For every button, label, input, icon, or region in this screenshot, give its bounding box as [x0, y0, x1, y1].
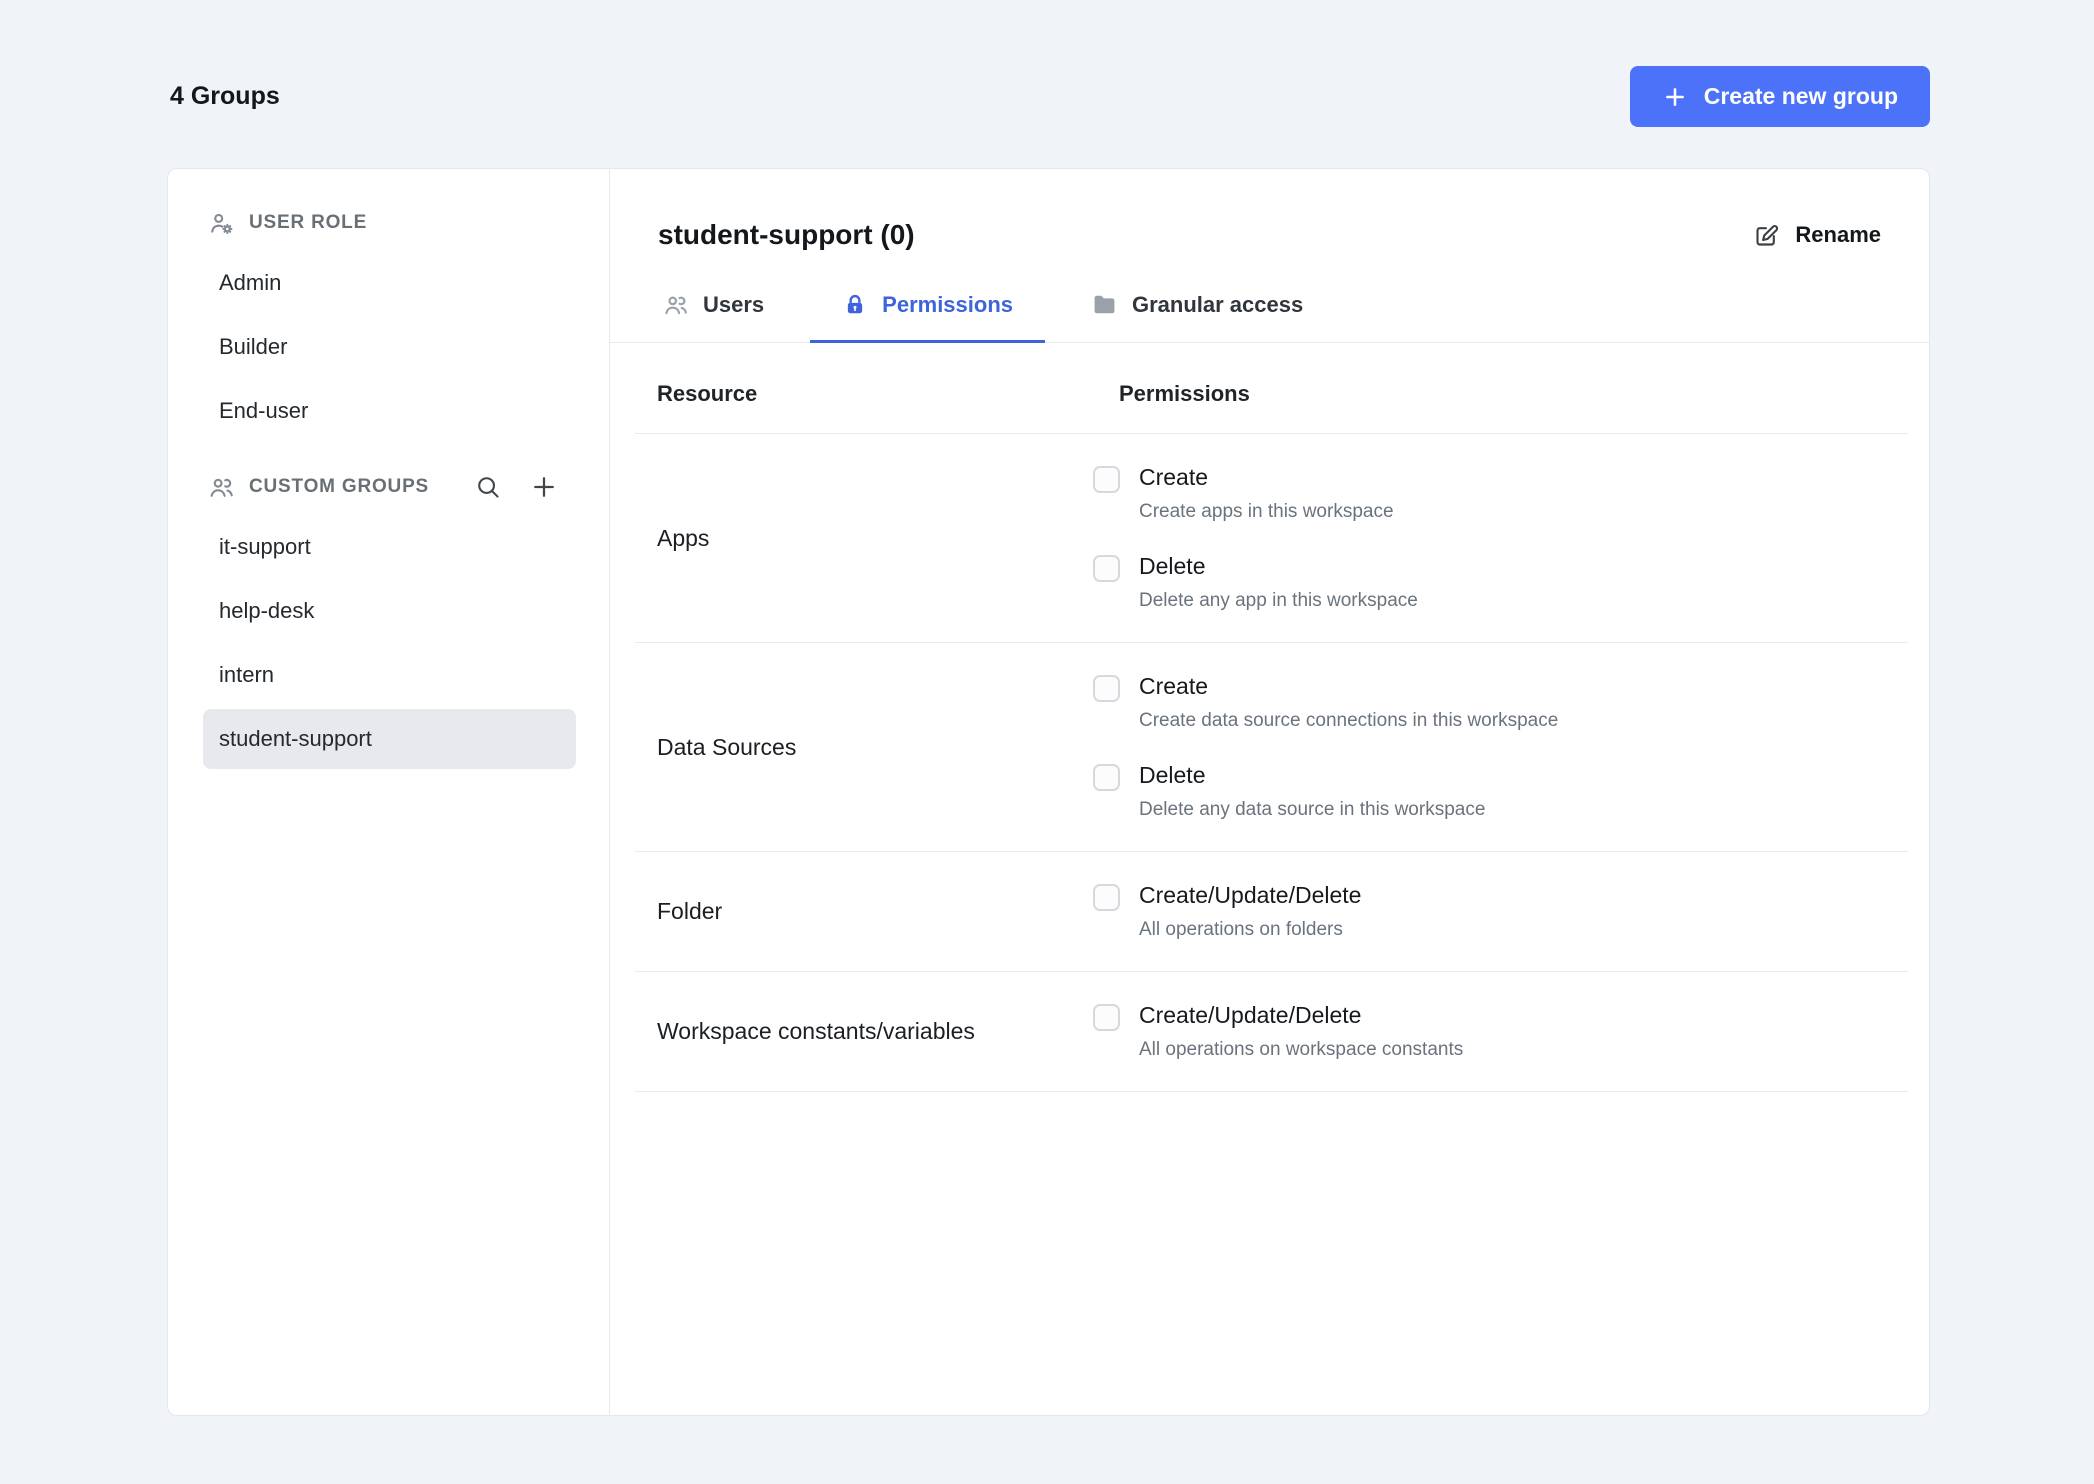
sidebar-item-student-support[interactable]: student-support [203, 709, 576, 769]
custom-groups-list: it-support help-desk intern student-supp… [168, 517, 609, 769]
group-title: student-support (0) [658, 219, 915, 250]
resource-column-header: Resource [657, 381, 758, 406]
user-role-icon [208, 210, 235, 237]
permission-description: Delete any app in this workspace [1139, 590, 1418, 611]
permission-item: Create/Update/Delete All operations on w… [1093, 1002, 1908, 1061]
permission-description: Create data source connections in this w… [1139, 710, 1559, 731]
permission-label: Delete [1139, 553, 1206, 579]
custom-groups-section-header: CUSTOM GROUPS [168, 467, 609, 507]
groups-panel: USER ROLE Admin Builder End-user CUSTOM … [167, 168, 1930, 1416]
rename-label: Rename [1795, 222, 1881, 247]
sidebar-item-admin[interactable]: Admin [203, 253, 576, 313]
permission-description: All operations on workspace constants [1139, 1039, 1464, 1060]
tab-granular-access[interactable]: Granular access [1059, 291, 1335, 343]
apps-delete-checkbox[interactable] [1093, 555, 1120, 582]
resource-label-apps: Apps [657, 524, 710, 551]
sidebar-item-builder[interactable]: Builder [203, 317, 576, 377]
permissions-cell-folder: Create/Update/Delete All operations on f… [1093, 852, 1908, 971]
top-bar: 4 Groups Create new group [0, 0, 2094, 127]
apps-create-checkbox[interactable] [1093, 466, 1120, 493]
permission-description: Delete any data source in this workspace [1139, 799, 1486, 820]
permission-item: Delete Delete any data source in this wo… [1093, 762, 1908, 821]
user-role-list: Admin Builder End-user [168, 253, 609, 441]
group-detail-panel: student-support (0) Rename Users Permiss… [610, 169, 1929, 1415]
sidebar-item-end-user[interactable]: End-user [203, 381, 576, 441]
permission-label: Create [1139, 673, 1209, 699]
permissions-cell-data-sources: Create Create data source connections in… [1093, 643, 1908, 851]
sidebar-item-help-desk[interactable]: help-desk [203, 581, 576, 641]
groups-count-heading: 4 Groups [170, 82, 280, 110]
permission-item: Create Create apps in this workspace [1093, 464, 1908, 523]
search-icon [474, 473, 502, 501]
permissions-column-header: Permissions [1119, 381, 1250, 406]
tab-permissions[interactable]: Permissions [810, 291, 1045, 343]
table-header-row: Resource Permissions [635, 343, 1908, 434]
add-group-button[interactable] [523, 466, 565, 508]
table-row-apps: Apps Create Create apps in this workspac… [635, 434, 1908, 643]
permission-item: Create Create data source connections in… [1093, 673, 1908, 732]
tab-granular-access-label: Granular access [1132, 291, 1304, 317]
lock-icon [842, 292, 868, 318]
sidebar-item-intern[interactable]: intern [203, 645, 576, 705]
search-groups-button[interactable] [467, 466, 509, 508]
data-sources-create-checkbox[interactable] [1093, 675, 1120, 702]
permission-description: All operations on folders [1139, 919, 1343, 940]
group-tabs: Users Permissions Granular access [610, 291, 1929, 343]
folder-cud-checkbox[interactable] [1093, 884, 1120, 911]
tab-users-label: Users [703, 291, 765, 317]
group-detail-header: student-support (0) Rename [610, 169, 1929, 251]
permission-label: Delete [1139, 762, 1206, 788]
table-row-folder: Folder Create/Update/Delete All operatio… [635, 852, 1908, 972]
resource-label-folder: Folder [657, 898, 723, 924]
groups-sidebar: USER ROLE Admin Builder End-user CUSTOM … [168, 169, 610, 1415]
rename-button[interactable]: Rename [1753, 222, 1881, 249]
data-sources-delete-checkbox[interactable] [1093, 764, 1120, 791]
tab-permissions-label: Permissions [882, 291, 1013, 317]
permission-item: Delete Delete any app in this workspace [1093, 553, 1908, 612]
edit-icon [1753, 222, 1780, 249]
plus-icon [1662, 84, 1688, 110]
table-row-data-sources: Data Sources Create Create data source c… [635, 643, 1908, 852]
resource-label-workspace-constants: Workspace constants/variables [657, 1018, 975, 1044]
sidebar-item-it-support[interactable]: it-support [203, 517, 576, 577]
resource-label-data-sources: Data Sources [657, 733, 797, 760]
permission-item: Create/Update/Delete All operations on f… [1093, 882, 1908, 941]
table-row-workspace-constants: Workspace constants/variables Create/Upd… [635, 972, 1908, 1092]
tab-users[interactable]: Users [631, 291, 796, 343]
create-new-group-button[interactable]: Create new group [1629, 66, 1930, 127]
workspace-constants-cud-checkbox[interactable] [1093, 1004, 1120, 1031]
permission-label: Create/Update/Delete [1139, 1002, 1362, 1028]
users-icon [663, 292, 689, 318]
custom-groups-section-label: CUSTOM GROUPS [249, 476, 430, 497]
permissions-table: Resource Permissions Apps Create Create … [635, 343, 1908, 1092]
create-new-group-label: Create new group [1703, 83, 1898, 109]
permission-label: Create [1139, 464, 1209, 490]
add-group-plus-icon [529, 472, 559, 502]
user-role-section-header: USER ROLE [168, 203, 609, 243]
permissions-cell-apps: Create Create apps in this workspace Del… [1093, 434, 1908, 642]
permission-description: Create apps in this workspace [1139, 501, 1394, 522]
permission-label: Create/Update/Delete [1139, 882, 1362, 908]
user-role-section-label: USER ROLE [249, 212, 368, 233]
permissions-cell-workspace-constants: Create/Update/Delete All operations on w… [1093, 972, 1908, 1091]
folder-icon [1091, 291, 1118, 318]
custom-groups-icon [208, 474, 235, 501]
